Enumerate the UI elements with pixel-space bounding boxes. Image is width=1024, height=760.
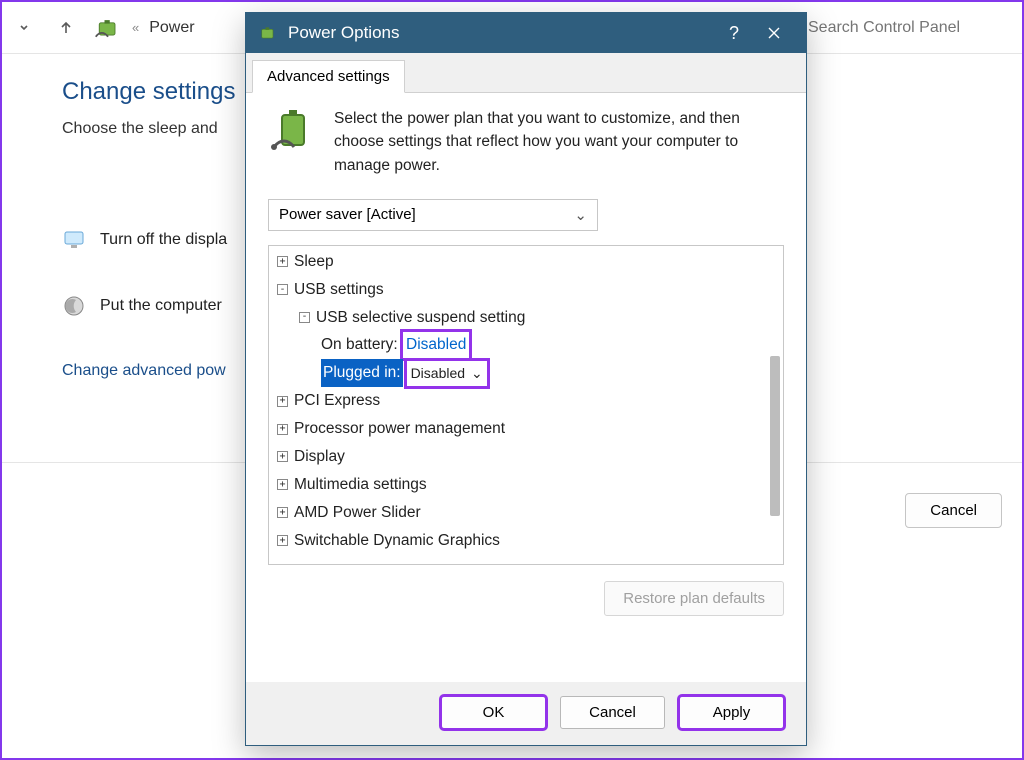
tree-node-display[interactable]: +Display: [271, 443, 781, 471]
row-label: Put the computer: [100, 297, 222, 315]
cancel-button[interactable]: Cancel: [905, 493, 1002, 528]
intro: Select the power plan that you want to c…: [268, 107, 784, 177]
tree-value-plugged-in[interactable]: Plugged in: Disabled ⌄: [271, 359, 781, 387]
up-button[interactable]: [52, 14, 80, 42]
dialog-buttons: OK Cancel Apply: [246, 682, 806, 745]
expand-icon[interactable]: +: [277, 424, 288, 435]
expand-icon[interactable]: +: [277, 396, 288, 407]
expand-icon[interactable]: +: [277, 451, 288, 462]
breadcrumb[interactable]: « Power: [94, 14, 195, 42]
tabstrip: Advanced settings: [246, 53, 806, 93]
titlebar[interactable]: Power Options ?: [246, 13, 806, 53]
collapse-icon[interactable]: -: [277, 284, 288, 295]
dialog-title: Power Options: [288, 23, 714, 43]
expand-icon[interactable]: +: [277, 507, 288, 518]
on-battery-value[interactable]: Disabled: [402, 331, 470, 359]
tree-node-usb-selective-suspend[interactable]: -USB selective suspend setting: [271, 304, 781, 332]
plan-select[interactable]: Power saver [Active] ⌄: [268, 199, 598, 231]
chevron-down-icon: ⌄: [574, 206, 587, 224]
chevron-down-icon: ⌄: [471, 361, 483, 386]
collapse-icon[interactable]: -: [299, 312, 310, 323]
plugged-in-label: Plugged in:: [321, 359, 403, 387]
breadcrumb-item[interactable]: Power: [149, 19, 194, 37]
expand-icon[interactable]: +: [277, 256, 288, 267]
tree-node-switchable-graphics[interactable]: +Switchable Dynamic Graphics: [271, 527, 781, 555]
tab-body: Select the power plan that you want to c…: [246, 93, 806, 682]
restore-defaults-button[interactable]: Restore plan defaults: [604, 581, 784, 616]
tree-node-usb-settings[interactable]: -USB settings: [271, 276, 781, 304]
settings-tree[interactable]: +Sleep -USB settings -USB selective susp…: [268, 245, 784, 565]
help-button[interactable]: ?: [714, 13, 754, 53]
battery-icon: [258, 23, 278, 43]
battery-plug-icon: [268, 107, 316, 155]
tree-node-sleep[interactable]: +Sleep: [271, 248, 781, 276]
tree-node-multimedia[interactable]: +Multimedia settings: [271, 471, 781, 499]
close-button[interactable]: [754, 13, 794, 53]
row-label: Turn off the displa: [100, 231, 227, 249]
intro-text: Select the power plan that you want to c…: [334, 107, 784, 177]
back-button[interactable]: [10, 14, 38, 42]
apply-button[interactable]: Apply: [679, 696, 784, 729]
plugged-in-dropdown[interactable]: Disabled ⌄: [406, 360, 488, 387]
power-options-dialog: Power Options ? Advanced settings Select…: [245, 12, 807, 746]
tree-node-pci-express[interactable]: +PCI Express: [271, 387, 781, 415]
moon-icon: [62, 294, 86, 318]
tree-value-on-battery[interactable]: On battery: Disabled: [271, 331, 781, 359]
plan-value: Power saver [Active]: [279, 206, 416, 223]
ok-button[interactable]: OK: [441, 696, 546, 729]
on-battery-label: On battery:: [321, 331, 398, 359]
tree-node-processor-power[interactable]: +Processor power management: [271, 415, 781, 443]
page-footer: Cancel: [905, 493, 1002, 528]
battery-icon: [94, 14, 122, 42]
scrollbar-thumb[interactable]: [770, 356, 780, 516]
search-input[interactable]: [804, 13, 1014, 43]
plugged-in-value: Disabled: [411, 361, 465, 386]
tab-advanced-settings[interactable]: Advanced settings: [252, 60, 405, 93]
cancel-button[interactable]: Cancel: [560, 696, 665, 729]
breadcrumb-separator: «: [132, 20, 139, 35]
monitor-icon: [62, 228, 86, 252]
tree-node-amd-power-slider[interactable]: +AMD Power Slider: [271, 499, 781, 527]
expand-icon[interactable]: +: [277, 479, 288, 490]
expand-icon[interactable]: +: [277, 535, 288, 546]
